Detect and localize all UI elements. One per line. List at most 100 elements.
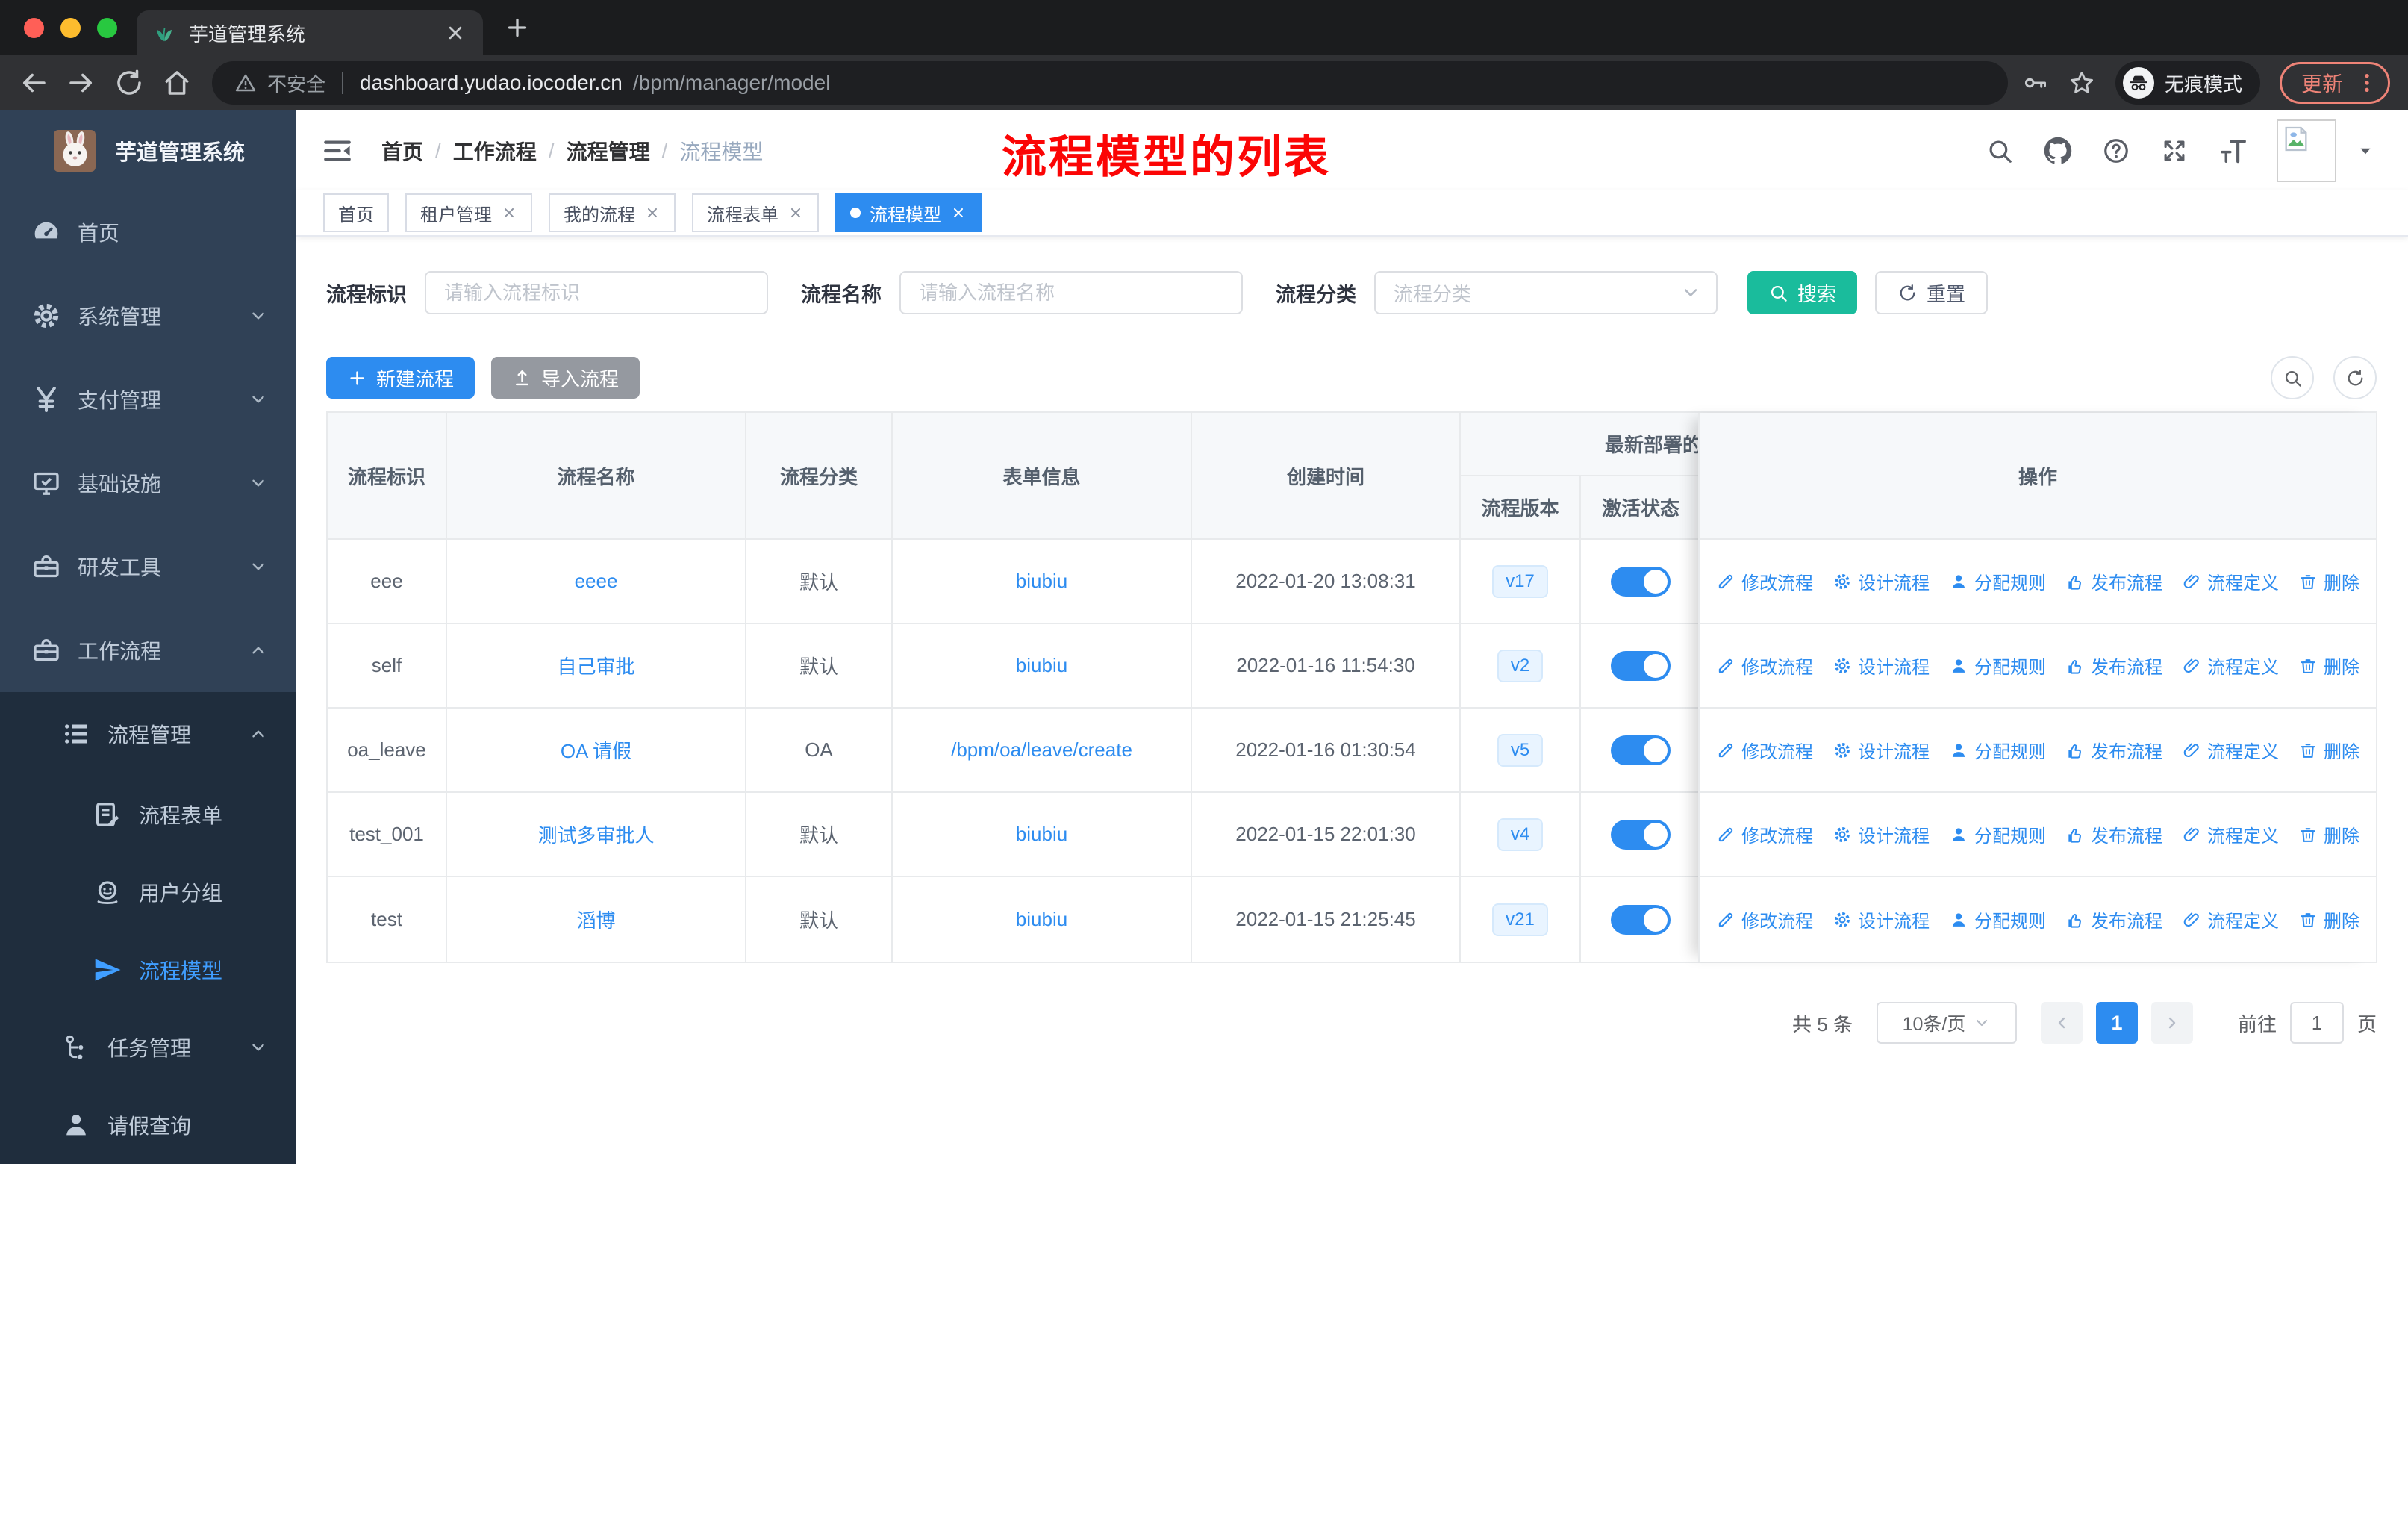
close-icon[interactable] xyxy=(501,205,517,221)
action-edit-link[interactable]: 修改流程 xyxy=(1716,737,1813,763)
tag-view[interactable]: 流程表单 xyxy=(692,193,819,232)
action-edit-link[interactable]: 修改流程 xyxy=(1716,821,1813,847)
password-key-icon[interactable] xyxy=(2021,69,2048,96)
menu-dots-icon[interactable] xyxy=(2355,71,2379,95)
breadcrumb-item[interactable]: 流程管理 xyxy=(567,136,650,166)
action-edit-link[interactable]: 修改流程 xyxy=(1716,568,1813,594)
sidebar-item-face[interactable]: 用户分组 xyxy=(0,853,296,931)
tag-view[interactable]: 我的流程 xyxy=(549,193,676,232)
action-edit-link[interactable]: 修改流程 xyxy=(1716,653,1813,679)
sidebar-item-yen[interactable]: 支付管理 xyxy=(0,358,296,441)
back-icon[interactable] xyxy=(18,67,49,99)
sidebar-item-toolbox[interactable]: 工作流程 xyxy=(0,608,296,692)
action-hand-link[interactable]: 发布流程 xyxy=(2065,821,2162,847)
action-user-link[interactable]: 分配规则 xyxy=(1949,737,2046,763)
action-trash-link[interactable]: 删除 xyxy=(2298,653,2359,679)
action-user-link[interactable]: 分配规则 xyxy=(1949,568,2046,594)
action-hand-link[interactable]: 发布流程 xyxy=(2065,737,2162,763)
refresh-table-button[interactable] xyxy=(2333,356,2377,399)
action-user-link[interactable]: 分配规则 xyxy=(1949,906,2046,932)
sidebar-logo[interactable]: 芋道管理系统 xyxy=(0,110,296,190)
tag-view[interactable]: 首页 xyxy=(323,193,389,232)
cell-process-name-link[interactable]: eeee xyxy=(575,570,618,593)
cell-form-link[interactable]: biubiu xyxy=(1016,570,1067,593)
cell-process-name-link[interactable]: 测试多审批人 xyxy=(537,820,654,848)
reset-button[interactable]: 重置 xyxy=(1875,271,1988,314)
cell-process-name-link[interactable]: 滔博 xyxy=(576,906,615,933)
cell-form-link[interactable]: /bpm/oa/leave/create xyxy=(951,738,1132,762)
sidebar-item-person[interactable]: 请假查询 xyxy=(0,1086,296,1164)
action-edit-link[interactable]: 修改流程 xyxy=(1716,906,1813,932)
address-bar[interactable]: 不安全 dashboard.yudao.iocoder.cn/bpm/manag… xyxy=(212,61,2008,105)
process-id-input[interactable] xyxy=(425,271,768,314)
show-search-button[interactable] xyxy=(2271,356,2314,399)
home-icon[interactable] xyxy=(161,67,193,99)
action-clip-link[interactable]: 流程定义 xyxy=(2182,653,2279,679)
caret-down-icon[interactable] xyxy=(2356,141,2375,161)
action-clip-link[interactable]: 流程定义 xyxy=(2182,568,2279,594)
new-tab-button[interactable] xyxy=(504,14,531,41)
active-state-toggle[interactable] xyxy=(1611,567,1671,597)
tag-view[interactable]: 流程模型 xyxy=(835,193,982,232)
cell-form-link[interactable]: biubiu xyxy=(1016,908,1067,931)
action-clip-link[interactable]: 流程定义 xyxy=(2182,906,2279,932)
help-icon[interactable] xyxy=(2102,137,2130,165)
sidebar-item-plane[interactable]: 流程模型 xyxy=(0,931,296,1009)
action-gearline-link[interactable]: 设计流程 xyxy=(1832,653,1930,679)
close-icon[interactable] xyxy=(787,205,804,221)
action-gearline-link[interactable]: 设计流程 xyxy=(1832,821,1930,847)
cell-form-link[interactable]: biubiu xyxy=(1016,823,1067,846)
page-size-select[interactable]: 10条/页 xyxy=(1877,1002,2017,1044)
sidebar-item-toolbox[interactable]: 研发工具 xyxy=(0,525,296,608)
sidebar-item-monitor[interactable]: 基础设施 xyxy=(0,441,296,525)
prev-page-button[interactable] xyxy=(2041,1002,2083,1044)
close-icon[interactable] xyxy=(644,205,661,221)
sidebar-collapse-icon[interactable] xyxy=(322,135,353,166)
action-hand-link[interactable]: 发布流程 xyxy=(2065,653,2162,679)
reload-icon[interactable] xyxy=(113,67,145,99)
tag-view[interactable]: 租户管理 xyxy=(405,193,532,232)
browser-tab[interactable]: 芋道管理系统 xyxy=(137,10,483,55)
avatar[interactable] xyxy=(2277,119,2336,182)
active-state-toggle[interactable] xyxy=(1611,905,1671,935)
minimize-window-button[interactable] xyxy=(60,18,81,38)
browser-update-button[interactable]: 更新 xyxy=(2280,62,2390,104)
action-clip-link[interactable]: 流程定义 xyxy=(2182,737,2279,763)
sidebar-item-flow[interactable]: 流程管理 xyxy=(0,692,296,776)
action-gearline-link[interactable]: 设计流程 xyxy=(1832,737,1930,763)
action-user-link[interactable]: 分配规则 xyxy=(1949,821,2046,847)
cell-form-link[interactable]: biubiu xyxy=(1016,654,1067,677)
action-trash-link[interactable]: 删除 xyxy=(2298,737,2359,763)
action-trash-link[interactable]: 删除 xyxy=(2298,568,2359,594)
action-gearline-link[interactable]: 设计流程 xyxy=(1832,906,1930,932)
cell-process-name-link[interactable]: OA 请假 xyxy=(561,736,631,764)
action-hand-link[interactable]: 发布流程 xyxy=(2065,568,2162,594)
process-name-input[interactable] xyxy=(899,271,1243,314)
breadcrumb-item[interactable]: 首页 xyxy=(381,136,423,166)
close-window-button[interactable] xyxy=(24,18,44,38)
forward-icon[interactable] xyxy=(66,67,97,99)
breadcrumb-item[interactable]: 工作流程 xyxy=(453,136,537,166)
action-trash-link[interactable]: 删除 xyxy=(2298,906,2359,932)
sidebar-item-tree[interactable]: 任务管理 xyxy=(0,1009,296,1086)
action-hand-link[interactable]: 发布流程 xyxy=(2065,906,2162,932)
action-trash-link[interactable]: 删除 xyxy=(2298,821,2359,847)
fullscreen-icon[interactable] xyxy=(2160,137,2189,165)
cell-process-name-link[interactable]: 自己审批 xyxy=(557,652,634,679)
process-category-select[interactable]: 流程分类 xyxy=(1374,271,1718,314)
active-state-toggle[interactable] xyxy=(1611,820,1671,850)
close-icon[interactable] xyxy=(950,205,967,221)
action-user-link[interactable]: 分配规则 xyxy=(1949,653,2046,679)
page-number-button[interactable]: 1 xyxy=(2096,1002,2138,1044)
github-icon[interactable] xyxy=(2044,137,2072,165)
active-state-toggle[interactable] xyxy=(1611,735,1671,765)
search-button[interactable]: 搜索 xyxy=(1747,271,1857,314)
sidebar-item-dash[interactable]: 首页 xyxy=(0,190,296,274)
goto-page-input[interactable] xyxy=(2290,1002,2344,1044)
bookmark-star-icon[interactable] xyxy=(2068,69,2096,97)
sidebar-item-doc[interactable]: 流程表单 xyxy=(0,776,296,853)
action-clip-link[interactable]: 流程定义 xyxy=(2182,821,2279,847)
sidebar-item-gear[interactable]: 系统管理 xyxy=(0,274,296,358)
active-state-toggle[interactable] xyxy=(1611,651,1671,681)
zoom-window-button[interactable] xyxy=(97,18,117,38)
